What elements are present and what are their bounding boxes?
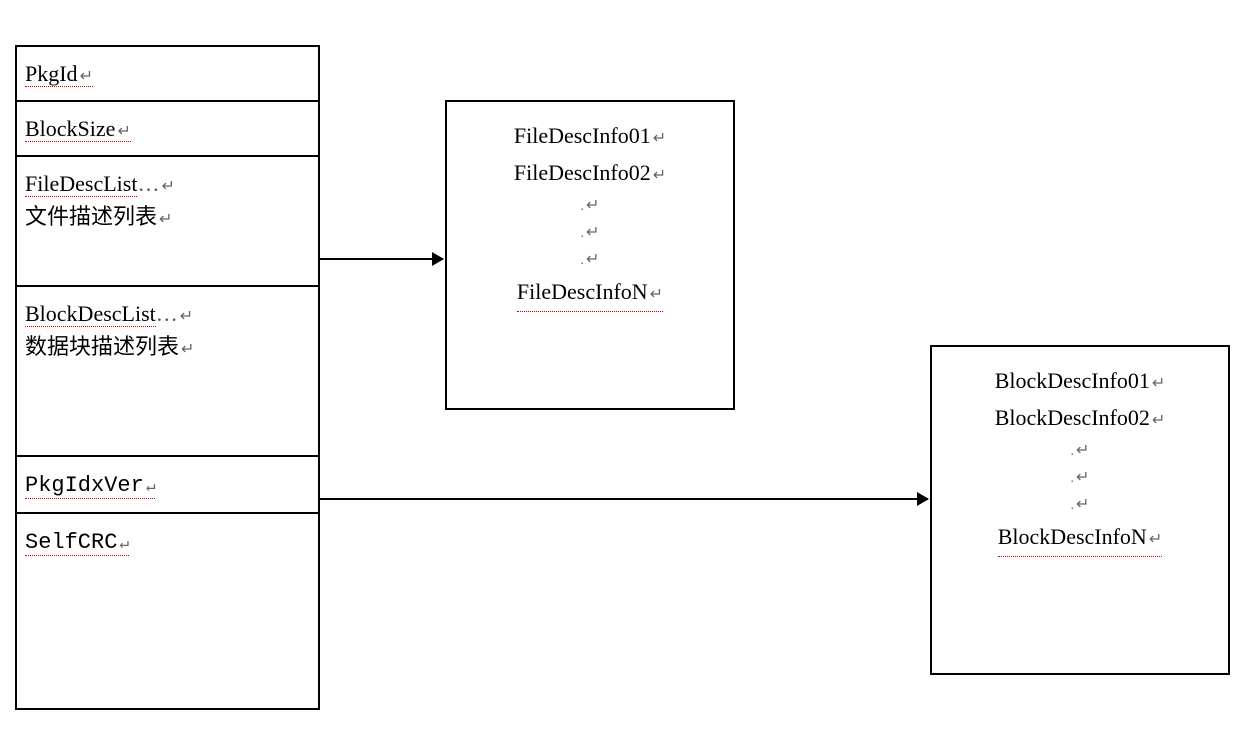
row-pkgidxver: PkgIdxVer (17, 457, 318, 514)
label-filedesclist-zh: 文件描述列表 (25, 204, 172, 229)
block-item-n: BlockDescInfoN (998, 518, 1162, 556)
row-pkgid: PkgId (17, 47, 318, 102)
label-blocksize: BlockSize (25, 116, 131, 142)
block-desc-box: BlockDescInfo01 BlockDescInfo02 . . . Bl… (930, 345, 1230, 675)
main-structure-box: PkgId BlockSize FileDescList… 文件描述列表 Blo… (15, 45, 320, 710)
label-pkgidxver: PkgIdxVer (25, 473, 155, 499)
file-desc-box: FileDescInfo01 FileDescInfo02 . . . File… (445, 100, 735, 410)
label-pkgid: PkgId (25, 61, 93, 87)
ellipsis-dot: . (457, 219, 723, 246)
file-item-1: FileDescInfo01 (457, 117, 723, 154)
ellipsis-dot: . (457, 192, 723, 219)
ellipsis-dot: . (942, 491, 1218, 518)
block-item-2: BlockDescInfo02 (942, 399, 1218, 436)
label-blockdesclist-en: BlockDescList (25, 301, 156, 327)
ellipsis-dot: . (942, 437, 1218, 464)
block-item-1: BlockDescInfo01 (942, 362, 1218, 399)
label-filedesclist-en: FileDescList (25, 171, 137, 197)
row-blocksize: BlockSize (17, 102, 318, 157)
row-selfcrc: SelfCRC (17, 514, 318, 569)
label-selfcrc: SelfCRC (25, 530, 129, 556)
ellipsis-dot: . (457, 246, 723, 273)
ellipsis-dot: . (942, 464, 1218, 491)
file-item-n: FileDescInfoN (517, 273, 663, 311)
arrow-to-block-box (320, 498, 928, 500)
row-blockdesclist: BlockDescList… 数据块描述列表 (17, 287, 318, 457)
file-item-2: FileDescInfo02 (457, 154, 723, 191)
row-filedesclist: FileDescList… 文件描述列表 (17, 157, 318, 287)
arrow-to-file-box (320, 258, 443, 260)
label-blockdesclist-zh: 数据块描述列表 (25, 334, 194, 359)
